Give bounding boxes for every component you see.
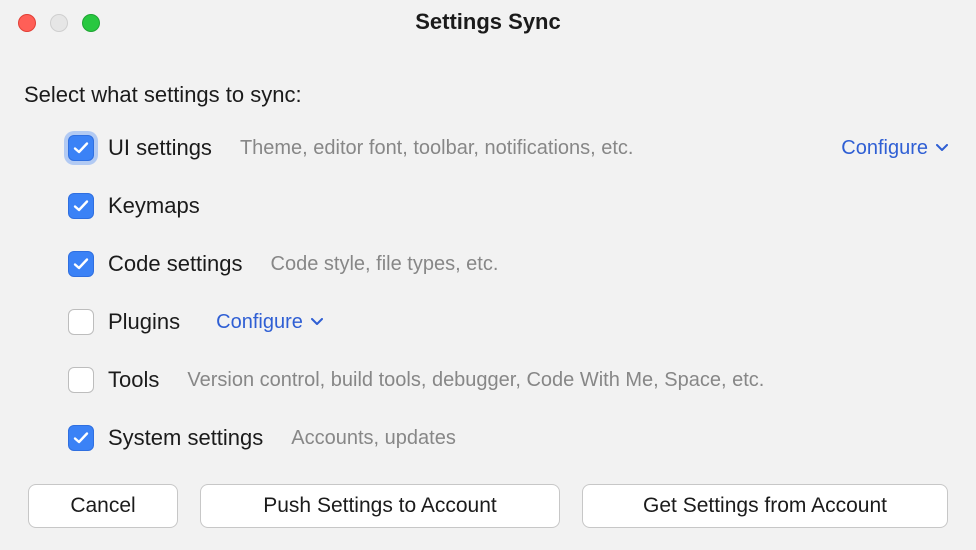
option-tools: Tools Version control, build tools, debu…: [68, 366, 948, 394]
configure-ui-settings-link[interactable]: Configure: [841, 134, 948, 162]
checkbox-system-settings[interactable]: [68, 425, 94, 451]
configure-label: Configure: [216, 308, 303, 336]
option-ui-settings: UI settings Theme, editor font, toolbar,…: [68, 134, 948, 162]
option-code-settings: Code settings Code style, file types, et…: [68, 250, 948, 278]
maximize-icon[interactable]: [82, 14, 100, 32]
option-label: Keymaps: [108, 192, 200, 220]
button-bar: Cancel Push Settings to Account Get Sett…: [0, 466, 976, 550]
check-icon: [73, 198, 89, 214]
window-title: Settings Sync: [18, 9, 958, 35]
checkbox-plugins[interactable]: [68, 309, 94, 335]
get-settings-button[interactable]: Get Settings from Account: [582, 484, 948, 528]
option-label: System settings: [108, 424, 263, 452]
option-desc: Theme, editor font, toolbar, notificatio…: [240, 134, 634, 162]
chevron-down-icon: [311, 318, 323, 326]
traffic-lights: [18, 14, 100, 32]
minimize-icon[interactable]: [50, 14, 68, 32]
chevron-down-icon: [936, 144, 948, 152]
option-plugins: Plugins Configure: [68, 308, 948, 336]
sync-prompt: Select what settings to sync:: [24, 82, 948, 108]
checkbox-tools[interactable]: [68, 367, 94, 393]
check-icon: [73, 256, 89, 272]
push-settings-button[interactable]: Push Settings to Account: [200, 484, 560, 528]
configure-label: Configure: [841, 134, 928, 162]
titlebar: Settings Sync: [0, 0, 976, 44]
option-desc: Accounts, updates: [291, 424, 456, 452]
checkbox-ui-settings[interactable]: [68, 135, 94, 161]
settings-sync-window: Settings Sync Select what settings to sy…: [0, 0, 976, 550]
option-system-settings: System settings Accounts, updates: [68, 424, 948, 452]
cancel-button[interactable]: Cancel: [28, 484, 178, 528]
option-desc: Code style, file types, etc.: [271, 250, 499, 278]
check-icon: [73, 430, 89, 446]
close-icon[interactable]: [18, 14, 36, 32]
content: Select what settings to sync: UI setting…: [0, 44, 976, 466]
check-icon: [73, 140, 89, 156]
sync-options-list: UI settings Theme, editor font, toolbar,…: [24, 134, 948, 452]
option-label: Code settings: [108, 250, 243, 278]
option-label: Tools: [108, 366, 159, 394]
option-label: Plugins: [108, 308, 180, 336]
checkbox-code-settings[interactable]: [68, 251, 94, 277]
checkbox-keymaps[interactable]: [68, 193, 94, 219]
configure-plugins-link[interactable]: Configure: [216, 308, 323, 336]
option-keymaps: Keymaps: [68, 192, 948, 220]
option-desc: Version control, build tools, debugger, …: [187, 366, 764, 394]
option-label: UI settings: [108, 134, 212, 162]
